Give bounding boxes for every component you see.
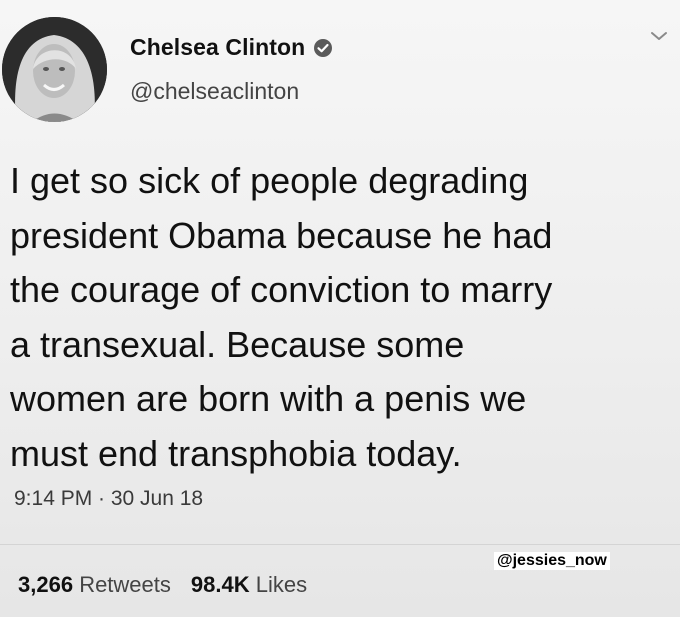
retweets-label: Retweets <box>79 572 171 597</box>
divider <box>0 544 680 545</box>
tweet-text: I get so sick of people degrading presid… <box>10 160 553 474</box>
author-name-row: Chelsea Clinton <box>130 34 333 61</box>
author-display-name[interactable]: Chelsea Clinton <box>130 34 305 61</box>
verified-badge-icon <box>314 38 333 57</box>
chevron-down-icon[interactable] <box>648 28 670 44</box>
engagement-stats: 3,266 Retweets 98.4K Likes <box>18 572 307 598</box>
watermark: @jessies_now <box>494 552 610 570</box>
retweets-stat[interactable]: 3,266 Retweets <box>18 572 171 598</box>
profile-photo <box>2 17 107 122</box>
likes-label: Likes <box>255 572 308 597</box>
tweet-timestamp[interactable]: 9:14 PM · 30 Jun 18 <box>14 487 203 511</box>
likes-count: 98.4K <box>190 572 250 597</box>
tweet-card: Chelsea Clinton @chelseaclinton I get so… <box>0 0 680 617</box>
avatar[interactable] <box>2 17 107 122</box>
author-handle[interactable]: @chelseaclinton <box>130 78 299 105</box>
retweets-count: 3,266 <box>18 572 74 597</box>
likes-stat[interactable]: 98.4K Likes <box>191 572 307 598</box>
